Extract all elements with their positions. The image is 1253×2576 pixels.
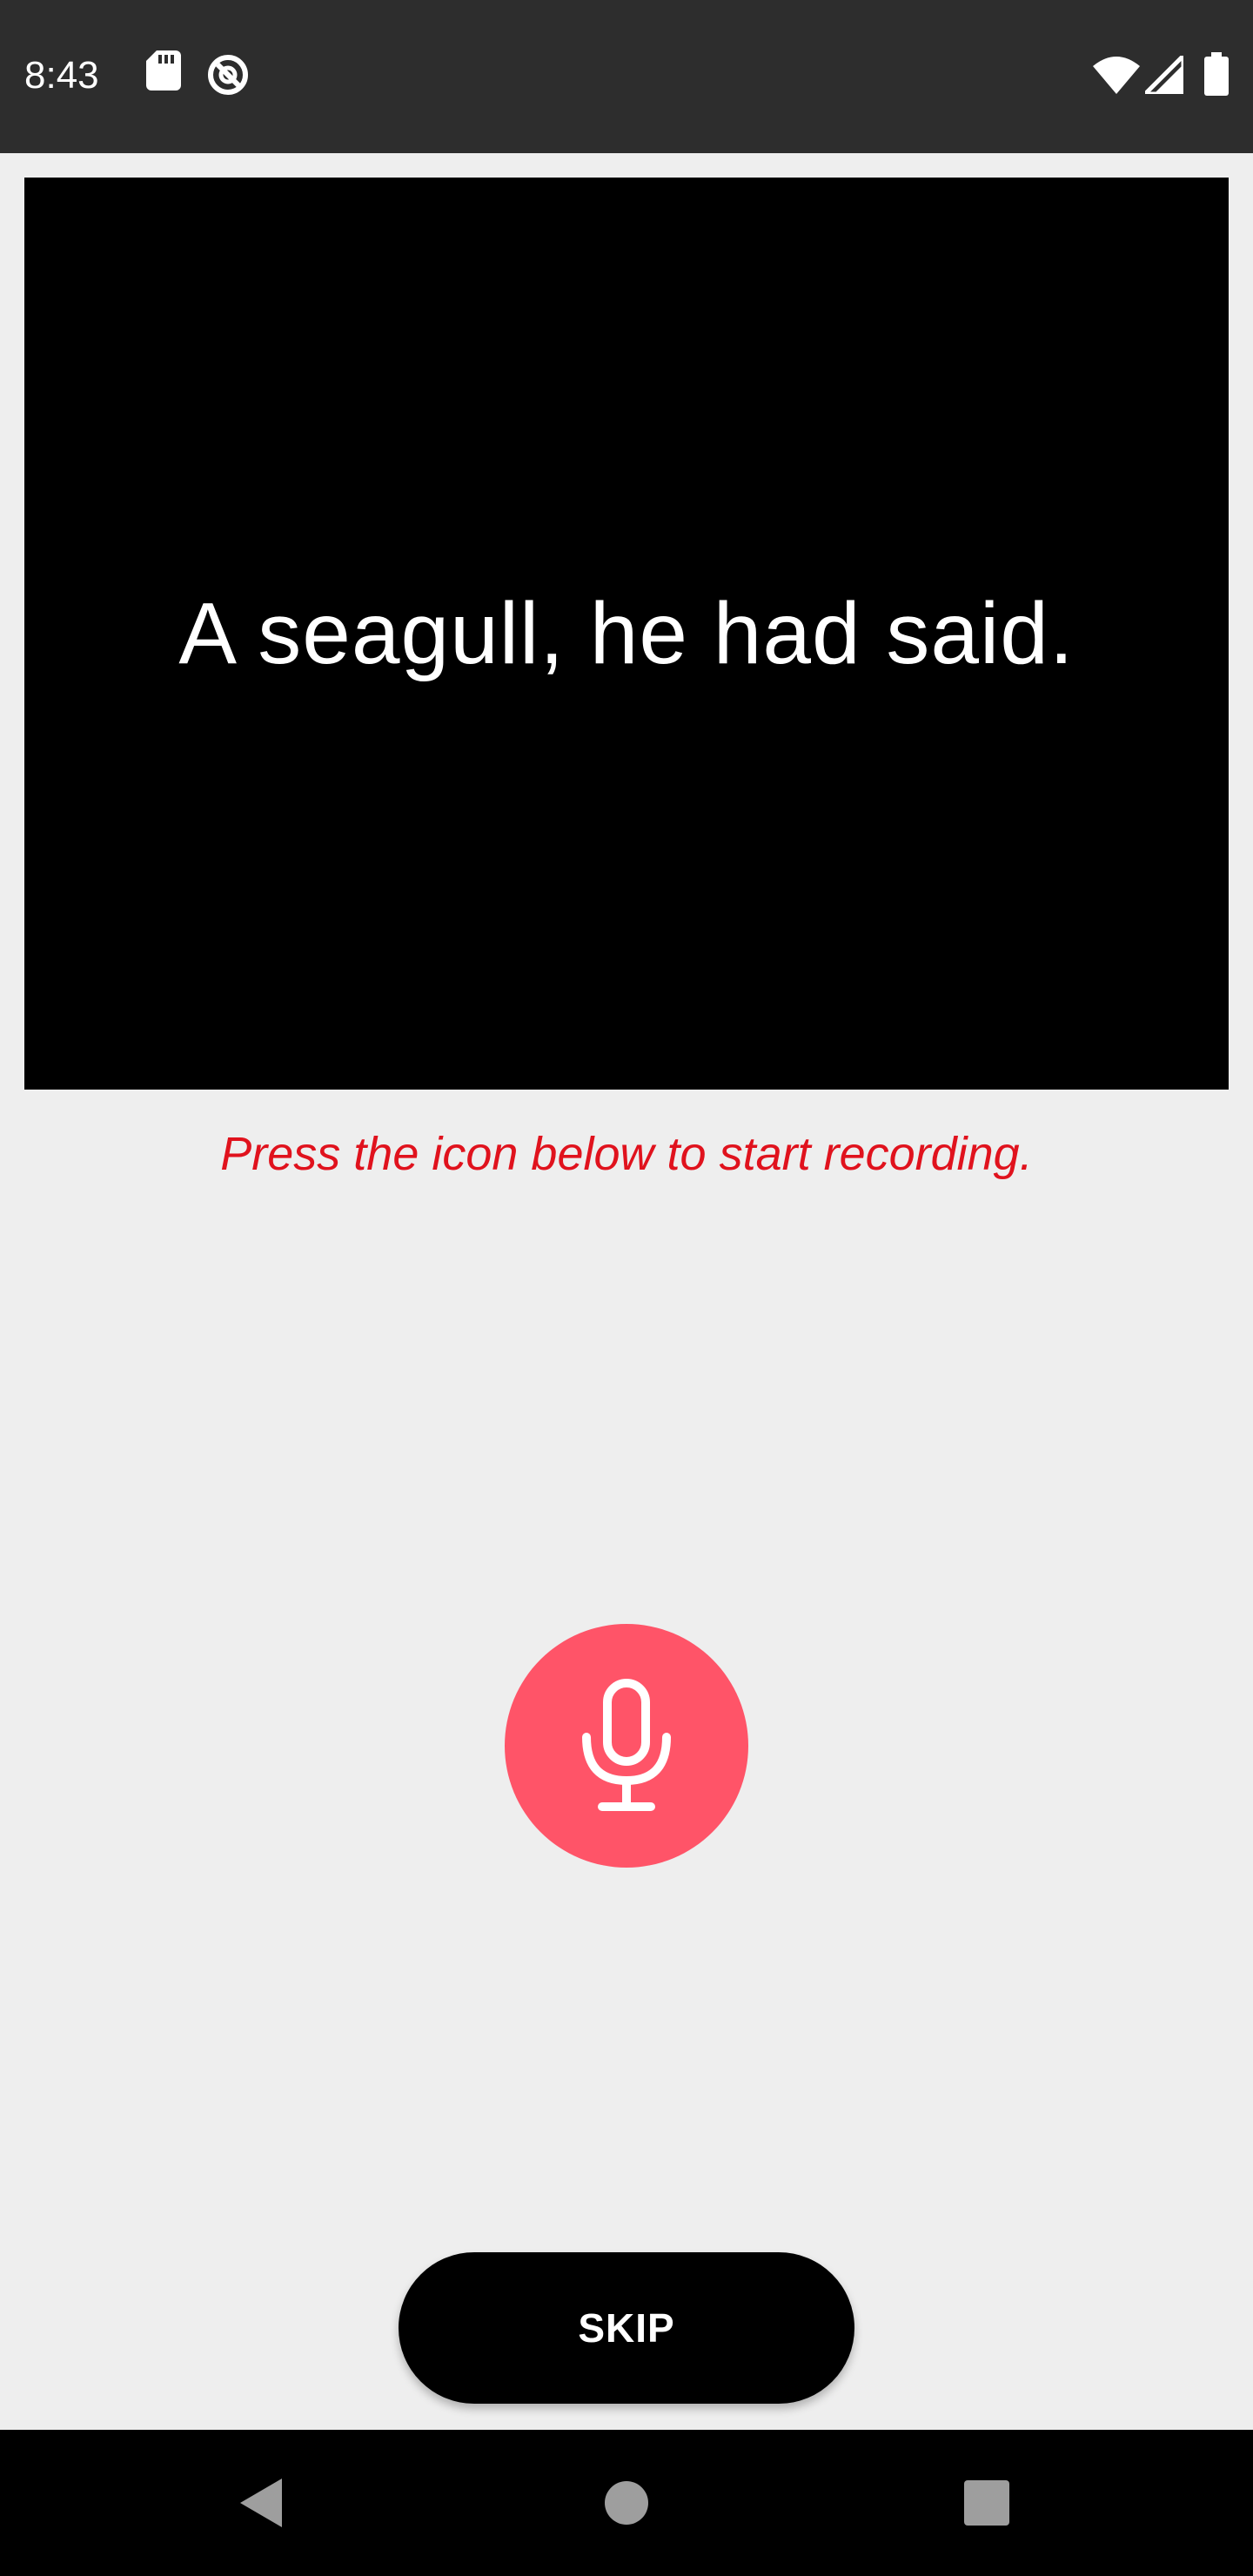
skip-button[interactable]: SKIP [399,2252,854,2404]
back-button[interactable] [218,2459,305,2546]
recording-instruction: Press the icon below to start recording. [220,1128,1033,1180]
home-button[interactable] [583,2459,670,2546]
back-icon [240,2479,282,2527]
status-time: 8:43 [24,54,99,97]
signal-icon [1145,56,1183,94]
recents-button[interactable] [943,2459,1030,2546]
data-saver-icon [208,55,248,95]
status-bar: 8:43 [0,0,1253,153]
prompt-card: A seagull, he had said. [24,178,1229,1090]
recents-icon [964,2480,1009,2526]
microphone-icon [582,1679,671,1811]
prompt-text: A seagull, he had said. [178,584,1075,682]
wifi-icon [1093,57,1140,94]
main-content: A seagull, he had said. Press the icon b… [0,153,1253,2430]
home-icon [605,2481,648,2525]
sd-card-icon [146,50,181,91]
record-button[interactable] [505,1624,748,1868]
battery-icon [1204,52,1229,96]
navigation-bar [0,2430,1253,2576]
